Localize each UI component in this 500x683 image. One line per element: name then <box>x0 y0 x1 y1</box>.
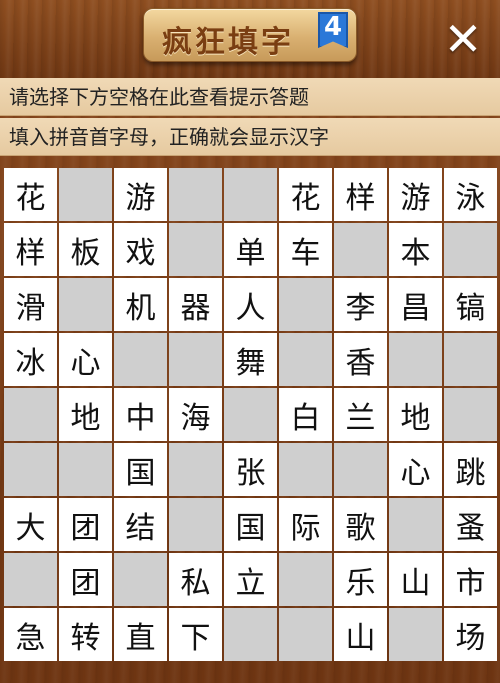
grid-cell[interactable]: 器 <box>169 278 222 331</box>
grid-cell-blocked <box>169 168 222 221</box>
grid-cell-blocked <box>169 498 222 551</box>
grid-cell-blocked <box>279 443 332 496</box>
grid-cell[interactable]: 白 <box>279 388 332 441</box>
grid-cell-blocked <box>224 168 277 221</box>
grid-cell-blocked <box>59 278 112 331</box>
grid-cell[interactable]: 海 <box>169 388 222 441</box>
grid-cell-blocked <box>169 443 222 496</box>
grid-cell-blocked <box>389 498 442 551</box>
grid-cell-blocked <box>169 223 222 276</box>
grid-cell[interactable]: 心 <box>59 333 112 386</box>
crossword-grid: 花游花样游泳样板戏单车本滑机器人李昌镐冰心舞香地中海白兰地国张心跳大团结国际歌蚤… <box>4 168 497 661</box>
grid-cell[interactable]: 团 <box>59 553 112 606</box>
hint-line-1: 请选择下方空格在此查看提示答题 <box>0 78 500 116</box>
grid-cell-blocked <box>224 388 277 441</box>
grid-cell[interactable]: 私 <box>169 553 222 606</box>
grid-cell[interactable]: 游 <box>389 168 442 221</box>
grid-cell[interactable]: 地 <box>59 388 112 441</box>
grid-cell-blocked <box>169 333 222 386</box>
grid-cell[interactable]: 冰 <box>4 333 57 386</box>
grid-cell[interactable]: 蚤 <box>444 498 497 551</box>
grid-cell[interactable]: 车 <box>279 223 332 276</box>
grid-cell[interactable]: 人 <box>224 278 277 331</box>
grid-cell-blocked <box>114 553 167 606</box>
grid-cell[interactable]: 山 <box>389 553 442 606</box>
grid-cell[interactable]: 游 <box>114 168 167 221</box>
grid-cell[interactable]: 团 <box>59 498 112 551</box>
grid-cell[interactable]: 机 <box>114 278 167 331</box>
grid-cell-blocked <box>444 223 497 276</box>
grid-cell-blocked <box>279 608 332 661</box>
grid-cell-blocked <box>114 333 167 386</box>
grid-cell[interactable]: 乐 <box>334 553 387 606</box>
grid-cell-blocked <box>59 443 112 496</box>
grid-cell[interactable]: 中 <box>114 388 167 441</box>
grid-cell-blocked <box>389 608 442 661</box>
grid-cell[interactable]: 心 <box>389 443 442 496</box>
grid-cell-blocked <box>279 553 332 606</box>
grid-cell[interactable]: 跳 <box>444 443 497 496</box>
grid-cell-blocked <box>4 443 57 496</box>
grid-cell[interactable]: 际 <box>279 498 332 551</box>
grid-cell[interactable]: 滑 <box>4 278 57 331</box>
game-title: 疯狂填字 <box>162 25 294 60</box>
grid-cell[interactable]: 市 <box>444 553 497 606</box>
grid-cell[interactable]: 场 <box>444 608 497 661</box>
grid-cell[interactable]: 直 <box>114 608 167 661</box>
grid-cell[interactable]: 兰 <box>334 388 387 441</box>
grid-cell[interactable]: 山 <box>334 608 387 661</box>
grid-cell[interactable]: 下 <box>169 608 222 661</box>
grid-cell-blocked <box>4 553 57 606</box>
grid-cell-blocked <box>389 333 442 386</box>
grid-cell-blocked <box>4 388 57 441</box>
grid-cell[interactable]: 板 <box>59 223 112 276</box>
grid-cell[interactable]: 国 <box>114 443 167 496</box>
grid-cell[interactable]: 歌 <box>334 498 387 551</box>
grid-cell-blocked <box>334 223 387 276</box>
grid-cell[interactable]: 香 <box>334 333 387 386</box>
close-button[interactable]: ✕ <box>440 16 486 62</box>
grid-cell[interactable]: 花 <box>4 168 57 221</box>
grid-cell[interactable]: 样 <box>334 168 387 221</box>
grid-cell[interactable]: 地 <box>389 388 442 441</box>
grid-cell[interactable]: 张 <box>224 443 277 496</box>
grid-cell-blocked <box>444 388 497 441</box>
grid-cell[interactable]: 昌 <box>389 278 442 331</box>
grid-cell-blocked <box>59 168 112 221</box>
grid-cell[interactable]: 单 <box>224 223 277 276</box>
grid-cell[interactable]: 李 <box>334 278 387 331</box>
grid-cell-blocked <box>279 278 332 331</box>
grid-cell-blocked <box>444 333 497 386</box>
grid-cell[interactable]: 转 <box>59 608 112 661</box>
grid-cell[interactable]: 戏 <box>114 223 167 276</box>
grid-cell[interactable]: 镐 <box>444 278 497 331</box>
grid-cell[interactable]: 立 <box>224 553 277 606</box>
grid-cell[interactable]: 大 <box>4 498 57 551</box>
grid-cell-blocked <box>224 608 277 661</box>
grid-cell[interactable]: 舞 <box>224 333 277 386</box>
grid-cell[interactable]: 样 <box>4 223 57 276</box>
grid-cell[interactable]: 国 <box>224 498 277 551</box>
grid-cell-blocked <box>279 333 332 386</box>
grid-cell[interactable]: 本 <box>389 223 442 276</box>
hint-line-2: 填入拼音首字母，正确就会显示汉字 <box>0 118 500 156</box>
grid-cell-blocked <box>334 443 387 496</box>
grid-cell[interactable]: 急 <box>4 608 57 661</box>
grid-cell[interactable]: 花 <box>279 168 332 221</box>
header-bar: 疯狂填字 4 ✕ <box>0 0 500 78</box>
grid-cell[interactable]: 泳 <box>444 168 497 221</box>
grid-cell[interactable]: 结 <box>114 498 167 551</box>
